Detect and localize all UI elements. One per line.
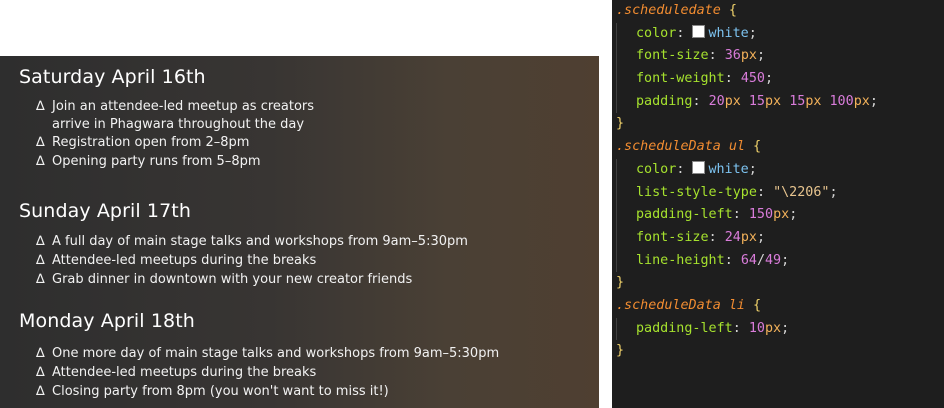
list-item: ∆ Registration open from 2–8pm [36, 135, 250, 150]
schedule-preview: Saturday April 16th ∆ Join an attendee-le… [0, 56, 599, 408]
code-line: font-size: 36px; [612, 45, 944, 69]
code-line: } [616, 116, 625, 132]
color-swatch-icon[interactable] [692, 24, 706, 38]
code-line: padding-left: 150px; [612, 204, 944, 227]
list-item: ∆ Opening party runs from 5–8pm [36, 154, 261, 169]
code-editor[interactable]: .scheduledate { color: white; font-size:… [612, 0, 944, 408]
list-item: ∆ Closing party from 8pm (you won't want … [36, 384, 389, 399]
delta-bullet-icon: ∆ [36, 234, 45, 249]
code-line: .scheduleData ul { [616, 139, 762, 155]
delta-bullet-icon: ∆ [36, 272, 45, 287]
code-line: .scheduledate { [616, 3, 737, 18]
code-line: color: white; [612, 22, 944, 46]
day-title-monday: Monday April 18th [19, 310, 195, 332]
delta-bullet-icon: ∆ [36, 346, 45, 361]
code-line: padding: 20px 15px 15px 100px; [612, 90, 944, 114]
code-line: color: white; [612, 158, 944, 182]
list-item: ∆ One more day of main stage talks and wo… [36, 346, 500, 361]
color-swatch-icon[interactable] [692, 160, 706, 174]
day-title-saturday: Saturday April 16th [19, 66, 206, 88]
code-line: } [616, 275, 625, 291]
delta-bullet-icon: ∆ [36, 384, 45, 399]
list-item: ∆ Join an attendee-led meetup as creators [36, 99, 315, 114]
code-line: font-size: 24px; [612, 226, 944, 250]
list-item: ∆ Attendee-led meetups during the breaks [36, 365, 317, 380]
day-title-sunday: Sunday April 17th [19, 200, 191, 222]
code-line: line-height: 64/49; [612, 249, 944, 273]
code-line: padding-left: 10px; [612, 317, 944, 341]
delta-bullet-icon: ∆ [36, 154, 45, 169]
list-item-continuation: arrive in Phagwara throughout the day [52, 117, 305, 132]
delta-bullet-icon: ∆ [36, 365, 45, 380]
list-item: ∆ Attendee-led meetups during the breaks [36, 253, 317, 268]
code-line: } [616, 343, 625, 359]
delta-bullet-icon: ∆ [36, 135, 45, 150]
delta-bullet-icon: ∆ [36, 99, 45, 114]
list-item: ∆ Grab dinner in downtown with your new c… [36, 272, 413, 287]
code-line: list-style-type: "\2206"; [612, 181, 944, 205]
list-item: ∆ A full day of main stage talks and work… [36, 234, 468, 249]
code-line: .scheduleData li { [616, 297, 762, 313]
delta-bullet-icon: ∆ [36, 253, 45, 268]
code-line: font-weight: 450; [612, 68, 944, 91]
